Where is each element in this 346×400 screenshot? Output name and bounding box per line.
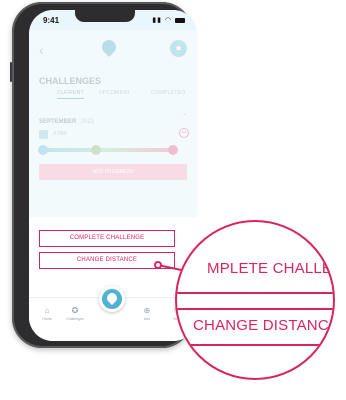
challenges-tabs: CURRENT UPCOMING COMPLETED (39, 90, 189, 102)
phone-frame: 9:41 ▮▮ ◠ ‹ ● CHALLENGES CURRENT UPCOMIN… (10, 2, 197, 348)
wifi-icon: ◠ (164, 17, 173, 24)
challenges-title: CHALLENGES (39, 76, 102, 86)
challenge-icon (39, 130, 48, 139)
battery-icon (175, 17, 185, 23)
challenge-distance: 0.0MI (53, 131, 67, 137)
trophy-icon: ✪ (71, 306, 79, 315)
tab-add[interactable]: ⊕ Add (135, 306, 159, 321)
progress-track (38, 145, 178, 155)
more-icon[interactable]: ••• (179, 128, 189, 138)
volume-button (10, 62, 12, 82)
pin-icon (104, 290, 120, 306)
pin-icon (99, 37, 119, 57)
status-icons: ▮▮ ◠ (152, 16, 185, 24)
user-icon: ● (175, 43, 182, 54)
month-label: SEPTEMBER (39, 119, 77, 125)
challenge-card[interactable]: 0.0MI ••• (39, 128, 189, 144)
magnified-distance-label: CHANGE DISTANCE (193, 317, 335, 334)
plus-circle-icon: ⊕ (143, 306, 151, 315)
progress-handle[interactable] (91, 145, 101, 155)
month-selector[interactable]: SEPTEMBER 2021 ⌄ (39, 110, 189, 125)
complete-challenge-button[interactable]: COMPLETE CHALLENGE (39, 230, 175, 247)
tab-add-label: Add (143, 317, 151, 321)
magnifier-callout: MPLETE CHALLEN CHANGE DISTANCE (175, 220, 335, 380)
tab-upcoming[interactable]: UPCOMING (99, 90, 129, 96)
phone-screen: 9:41 ▮▮ ◠ ‹ ● CHALLENGES CURRENT UPCOMIN… (29, 10, 197, 341)
tab-challenges-label: Challenges (66, 317, 84, 321)
tab-bar: ⌂ Home ✪ Challenges ⊕ Add ⚇ Team (29, 286, 197, 341)
chevron-left-icon[interactable]: ‹ (39, 42, 44, 58)
magnifier-anchor (154, 261, 162, 269)
magnified-border (177, 344, 333, 346)
tab-home-label: Home (42, 317, 52, 321)
center-action-button[interactable] (99, 286, 125, 312)
month-year: 2021 (80, 119, 95, 125)
notch (75, 10, 135, 22)
chevron-down-icon: ⌄ (181, 111, 187, 117)
add-progress-button[interactable]: ADD PROGRESS (39, 164, 187, 180)
magnified-border (177, 292, 333, 294)
signal-icon: ▮▮ (152, 17, 162, 24)
progress-start-dot (38, 145, 48, 155)
tab-current[interactable]: CURRENT (57, 90, 84, 99)
tab-completed[interactable]: COMPLETED (151, 90, 185, 96)
avatar[interactable]: ● (170, 40, 187, 57)
magnified-complete-label: MPLETE CHALLEN (207, 260, 335, 277)
progress-end-dot (168, 145, 178, 155)
status-time: 9:41 (43, 16, 60, 25)
tab-home[interactable]: ⌂ Home (35, 306, 59, 321)
home-icon: ⌂ (44, 306, 50, 315)
magnified-border (177, 308, 333, 310)
tab-challenges[interactable]: ✪ Challenges (63, 306, 87, 321)
